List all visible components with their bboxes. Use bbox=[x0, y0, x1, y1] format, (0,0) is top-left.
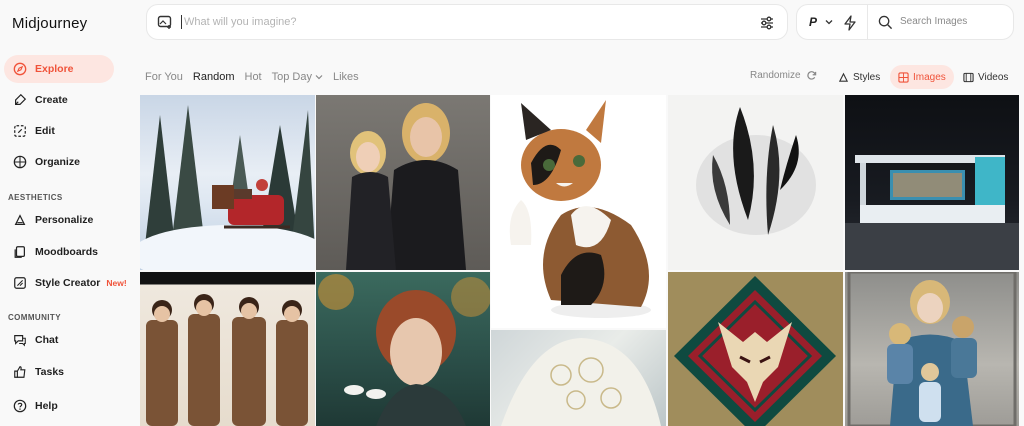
section-community: COMMUNITY bbox=[8, 313, 61, 322]
prompt-input[interactable]: What will you imagine? bbox=[184, 16, 297, 28]
image-content bbox=[346, 103, 466, 270]
gallery-image-calico-cat[interactable] bbox=[491, 95, 666, 328]
chevron-down-icon bbox=[315, 75, 323, 80]
toolbar-right: P Search Images bbox=[796, 4, 1014, 40]
prompt-bar[interactable]: What will you imagine? bbox=[146, 4, 788, 40]
gallery-image-mother-daughter[interactable] bbox=[316, 95, 490, 270]
grid-icon bbox=[13, 155, 27, 169]
tab-styles[interactable]: Styles bbox=[830, 65, 888, 89]
help-icon bbox=[13, 399, 27, 413]
thumbs-up-icon bbox=[14, 366, 26, 378]
image-content bbox=[146, 294, 308, 426]
personalize-icon bbox=[14, 214, 26, 225]
sidebar-item-label: Chat bbox=[35, 334, 59, 346]
sidebar-item-label: Tasks bbox=[35, 366, 64, 378]
image-content bbox=[847, 272, 1017, 426]
sidebar-item-create[interactable]: Create bbox=[4, 86, 114, 114]
image-content bbox=[696, 107, 816, 235]
sidebar: Midjourney Explore Create Edit Organize … bbox=[0, 0, 128, 426]
gallery-image-men-in-suits[interactable] bbox=[140, 272, 315, 426]
sidebar-item-label: Personalize bbox=[35, 214, 94, 226]
sidebar-item-label: Help bbox=[35, 400, 58, 412]
filter-random[interactable]: Random bbox=[193, 71, 235, 83]
sidebar-item-style-creator[interactable]: Style Creator New! bbox=[4, 269, 128, 297]
sidebar-item-label: Style Creator bbox=[35, 277, 101, 289]
tab-label: Images bbox=[913, 71, 946, 83]
gallery-image-ink-feathers[interactable] bbox=[668, 95, 843, 270]
feed-filters: For You Random Hot Top Day Likes bbox=[145, 70, 369, 84]
lightning-icon[interactable] bbox=[843, 15, 857, 31]
text-cursor bbox=[181, 15, 182, 29]
style-creator-icon bbox=[14, 277, 26, 289]
sidebar-item-personalize[interactable]: Personalize bbox=[4, 206, 114, 234]
sidebar-item-moodboards[interactable]: Moodboards bbox=[4, 238, 114, 266]
sidebar-item-organize[interactable]: Organize bbox=[4, 148, 114, 176]
filter-for-you[interactable]: For You bbox=[145, 71, 183, 83]
sidebar-item-explore[interactable]: Explore bbox=[4, 55, 114, 83]
gallery-image-exhibition-booth[interactable] bbox=[845, 95, 1019, 270]
tab-videos[interactable]: Videos bbox=[955, 65, 1016, 89]
search-icon bbox=[878, 15, 893, 30]
filter-hot[interactable]: Hot bbox=[245, 71, 262, 83]
gallery-image-dragon-emblem[interactable] bbox=[668, 272, 843, 426]
videos-icon bbox=[963, 72, 974, 82]
sidebar-item-label: Edit bbox=[35, 125, 55, 137]
sidebar-item-label: Organize bbox=[35, 156, 80, 168]
new-badge: New! bbox=[106, 278, 127, 288]
chevron-down-icon[interactable] bbox=[825, 18, 833, 26]
sidebar-item-edit[interactable]: Edit bbox=[4, 117, 114, 145]
sidebar-item-chat[interactable]: Chat bbox=[4, 326, 114, 354]
gallery-image-winter-sleigh[interactable] bbox=[140, 95, 315, 270]
chat-icon bbox=[14, 335, 26, 347]
randomize-label: Randomize bbox=[750, 70, 801, 81]
gallery-image-white-lace[interactable] bbox=[491, 330, 666, 426]
section-aesthetics: AESTHETICS bbox=[8, 193, 63, 202]
sidebar-item-tasks[interactable]: Tasks bbox=[4, 358, 114, 386]
refresh-icon bbox=[806, 71, 816, 80]
image-content bbox=[140, 105, 315, 270]
sidebar-item-help[interactable]: Help bbox=[4, 392, 114, 420]
add-image-icon[interactable] bbox=[157, 14, 173, 30]
image-content bbox=[845, 155, 1019, 270]
edit-icon bbox=[14, 125, 26, 137]
compass-icon bbox=[13, 62, 27, 76]
tab-label: Videos bbox=[978, 71, 1009, 83]
image-content bbox=[501, 338, 661, 426]
styles-icon bbox=[838, 72, 849, 82]
divider bbox=[867, 5, 868, 39]
filter-likes[interactable]: Likes bbox=[333, 71, 359, 83]
images-icon bbox=[898, 71, 909, 83]
gallery-image-woman-with-swans[interactable] bbox=[316, 272, 490, 426]
moodboard-icon bbox=[14, 246, 25, 258]
image-content bbox=[318, 274, 490, 426]
search-input[interactable]: Search Images bbox=[900, 16, 967, 27]
filter-top-day[interactable]: Top Day bbox=[272, 71, 323, 83]
image-content bbox=[509, 100, 651, 318]
sidebar-item-label: Explore bbox=[35, 63, 74, 75]
tab-images[interactable]: Images bbox=[890, 65, 954, 89]
tab-label: Styles bbox=[853, 71, 881, 83]
gallery-image-mother-with-children[interactable] bbox=[845, 272, 1019, 426]
personalization-button[interactable]: P bbox=[809, 15, 817, 29]
randomize-button[interactable]: Randomize bbox=[750, 70, 817, 81]
sidebar-item-label: Moodboards bbox=[35, 246, 98, 258]
app-logo[interactable]: Midjourney bbox=[12, 15, 87, 32]
sliders-icon[interactable] bbox=[759, 15, 775, 31]
paintbrush-icon bbox=[15, 93, 27, 105]
sidebar-item-label: Create bbox=[35, 94, 68, 106]
image-content bbox=[674, 276, 836, 426]
filter-top-day-label: Top Day bbox=[271, 71, 312, 83]
